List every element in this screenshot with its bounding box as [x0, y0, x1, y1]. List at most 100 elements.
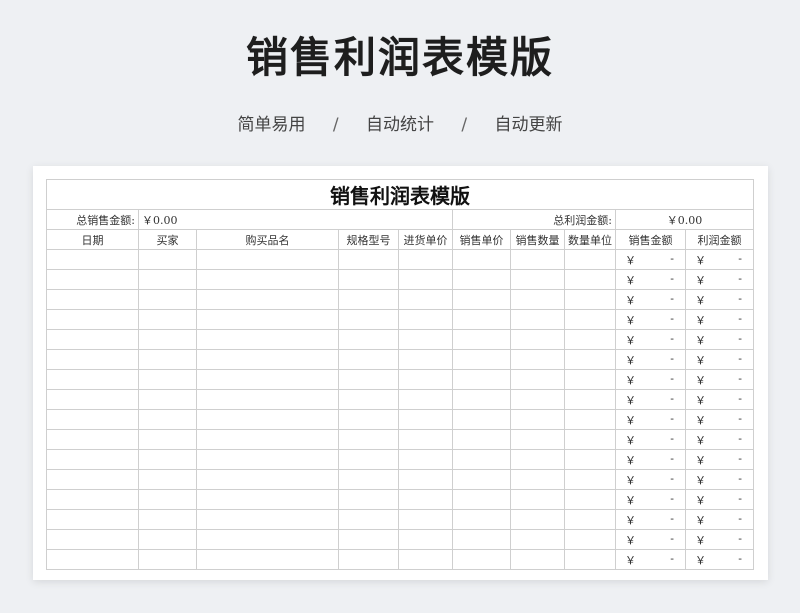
unit-cell[interactable] — [564, 469, 616, 490]
product-name-cell[interactable] — [196, 309, 339, 330]
column-header-purchase-price[interactable]: 进货单价 — [398, 229, 453, 250]
purchase-price-cell[interactable] — [398, 489, 453, 510]
date-cell[interactable] — [46, 429, 139, 450]
unit-cell[interactable] — [564, 249, 616, 270]
spec-model-cell[interactable] — [338, 269, 399, 290]
sale-price-cell[interactable] — [452, 289, 511, 310]
profit-amount-cell[interactable]: ￥ - — [685, 429, 754, 450]
purchase-price-cell[interactable] — [398, 429, 453, 450]
purchase-price-cell[interactable] — [398, 529, 453, 550]
unit-cell[interactable] — [564, 429, 616, 450]
sales-amount-cell[interactable]: ￥ - — [615, 269, 686, 290]
column-header-sales-amount[interactable]: 销售金额 — [615, 229, 686, 250]
sales-amount-cell[interactable]: ￥ - — [615, 489, 686, 510]
product-name-cell[interactable] — [196, 289, 339, 310]
product-name-cell[interactable] — [196, 549, 339, 570]
purchase-price-cell[interactable] — [398, 509, 453, 530]
total-profit-value[interactable]: ￥0.00 — [615, 209, 754, 230]
quantity-cell[interactable] — [510, 369, 565, 390]
date-cell[interactable] — [46, 249, 139, 270]
buyer-cell[interactable] — [138, 429, 197, 450]
date-cell[interactable] — [46, 309, 139, 330]
sales-amount-cell[interactable]: ￥ - — [615, 409, 686, 430]
product-name-cell[interactable] — [196, 529, 339, 550]
unit-cell[interactable] — [564, 389, 616, 410]
quantity-cell[interactable] — [510, 529, 565, 550]
spec-model-cell[interactable] — [338, 289, 399, 310]
sales-amount-cell[interactable]: ￥ - — [615, 349, 686, 370]
quantity-cell[interactable] — [510, 509, 565, 530]
buyer-cell[interactable] — [138, 529, 197, 550]
product-name-cell[interactable] — [196, 429, 339, 450]
date-cell[interactable] — [46, 269, 139, 290]
profit-amount-cell[interactable]: ￥ - — [685, 469, 754, 490]
quantity-cell[interactable] — [510, 429, 565, 450]
unit-cell[interactable] — [564, 269, 616, 290]
buyer-cell[interactable] — [138, 409, 197, 430]
column-header-product-name[interactable]: 购买品名 — [196, 229, 339, 250]
buyer-cell[interactable] — [138, 549, 197, 570]
product-name-cell[interactable] — [196, 509, 339, 530]
date-cell[interactable] — [46, 449, 139, 470]
sale-price-cell[interactable] — [452, 449, 511, 470]
unit-cell[interactable] — [564, 529, 616, 550]
profit-amount-cell[interactable]: ￥ - — [685, 309, 754, 330]
sales-amount-cell[interactable]: ￥ - — [615, 249, 686, 270]
column-header-spec-model[interactable]: 规格型号 — [338, 229, 399, 250]
purchase-price-cell[interactable] — [398, 409, 453, 430]
spec-model-cell[interactable] — [338, 329, 399, 350]
product-name-cell[interactable] — [196, 489, 339, 510]
spec-model-cell[interactable] — [338, 529, 399, 550]
sale-price-cell[interactable] — [452, 269, 511, 290]
spec-model-cell[interactable] — [338, 349, 399, 370]
date-cell[interactable] — [46, 409, 139, 430]
quantity-cell[interactable] — [510, 469, 565, 490]
quantity-cell[interactable] — [510, 269, 565, 290]
buyer-cell[interactable] — [138, 249, 197, 270]
profit-amount-cell[interactable]: ￥ - — [685, 549, 754, 570]
sales-amount-cell[interactable]: ￥ - — [615, 509, 686, 530]
quantity-cell[interactable] — [510, 489, 565, 510]
spec-model-cell[interactable] — [338, 249, 399, 270]
spec-model-cell[interactable] — [338, 409, 399, 430]
date-cell[interactable] — [46, 549, 139, 570]
quantity-cell[interactable] — [510, 549, 565, 570]
spec-model-cell[interactable] — [338, 449, 399, 470]
product-name-cell[interactable] — [196, 329, 339, 350]
sale-price-cell[interactable] — [452, 249, 511, 270]
sales-amount-cell[interactable]: ￥ - — [615, 329, 686, 350]
product-name-cell[interactable] — [196, 469, 339, 490]
product-name-cell[interactable] — [196, 349, 339, 370]
quantity-cell[interactable] — [510, 409, 565, 430]
sale-price-cell[interactable] — [452, 389, 511, 410]
sale-price-cell[interactable] — [452, 309, 511, 330]
purchase-price-cell[interactable] — [398, 289, 453, 310]
product-name-cell[interactable] — [196, 449, 339, 470]
sale-price-cell[interactable] — [452, 549, 511, 570]
sale-price-cell[interactable] — [452, 529, 511, 550]
profit-amount-cell[interactable]: ￥ - — [685, 329, 754, 350]
product-name-cell[interactable] — [196, 409, 339, 430]
unit-cell[interactable] — [564, 509, 616, 530]
product-name-cell[interactable] — [196, 389, 339, 410]
unit-cell[interactable] — [564, 409, 616, 430]
total-sales-value[interactable]: ￥0.00 — [138, 209, 453, 230]
purchase-price-cell[interactable] — [398, 449, 453, 470]
sales-amount-cell[interactable]: ￥ - — [615, 289, 686, 310]
column-header-profit-amount[interactable]: 利润金额 — [685, 229, 754, 250]
date-cell[interactable] — [46, 329, 139, 350]
quantity-cell[interactable] — [510, 309, 565, 330]
column-header-sale-price[interactable]: 销售单价 — [452, 229, 511, 250]
product-name-cell[interactable] — [196, 269, 339, 290]
purchase-price-cell[interactable] — [398, 349, 453, 370]
product-name-cell[interactable] — [196, 369, 339, 390]
sale-price-cell[interactable] — [452, 469, 511, 490]
purchase-price-cell[interactable] — [398, 309, 453, 330]
buyer-cell[interactable] — [138, 329, 197, 350]
sale-price-cell[interactable] — [452, 329, 511, 350]
date-cell[interactable] — [46, 289, 139, 310]
profit-amount-cell[interactable]: ￥ - — [685, 249, 754, 270]
profit-amount-cell[interactable]: ￥ - — [685, 369, 754, 390]
quantity-cell[interactable] — [510, 329, 565, 350]
unit-cell[interactable] — [564, 489, 616, 510]
